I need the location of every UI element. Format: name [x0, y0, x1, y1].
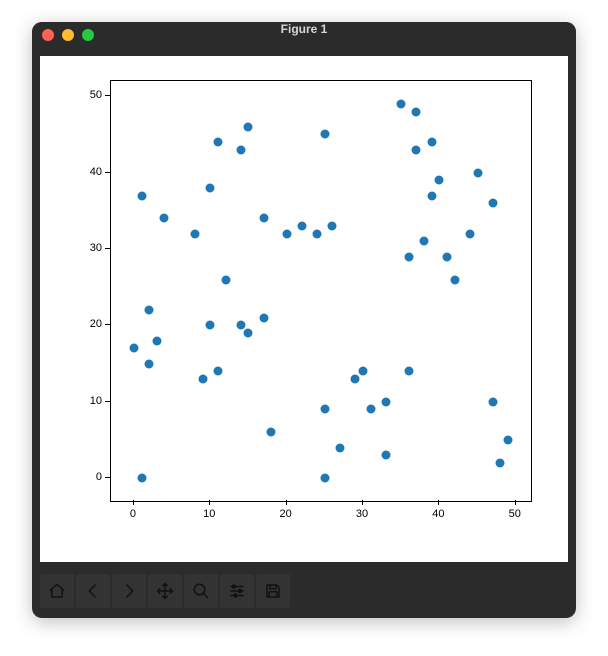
data-point — [420, 237, 429, 246]
zoom-icon — [192, 582, 210, 600]
data-point — [145, 359, 154, 368]
y-tick-label: 30 — [90, 242, 102, 254]
data-point — [488, 199, 497, 208]
data-point — [320, 474, 329, 483]
data-point — [359, 367, 368, 376]
figure-window: Figure 1 0 10 20 30 40 50 0 10 20 30 40 50 — [32, 22, 576, 618]
data-point — [412, 107, 421, 116]
y-tick-label: 40 — [90, 166, 102, 178]
matplotlib-toolbar — [40, 574, 290, 610]
plot-canvas: 0 10 20 30 40 50 0 10 20 30 40 50 — [40, 56, 568, 562]
data-point — [381, 397, 390, 406]
home-icon — [48, 582, 66, 600]
x-tick-label: 10 — [203, 508, 215, 520]
data-point — [259, 313, 268, 322]
data-point — [427, 138, 436, 147]
data-point — [366, 405, 375, 414]
save-icon — [264, 582, 282, 600]
y-tick-label: 20 — [90, 318, 102, 330]
data-point — [435, 176, 444, 185]
back-button[interactable] — [76, 574, 110, 608]
data-point — [397, 99, 406, 108]
data-point — [328, 222, 337, 231]
data-point — [236, 145, 245, 154]
data-point — [191, 229, 200, 238]
data-point — [206, 321, 215, 330]
data-point — [496, 458, 505, 467]
forward-button[interactable] — [112, 574, 146, 608]
data-point — [313, 229, 322, 238]
pan-button[interactable] — [148, 574, 182, 608]
x-tick-label: 30 — [356, 508, 368, 520]
x-tick-label: 40 — [432, 508, 444, 520]
data-point — [336, 443, 345, 452]
data-point — [244, 122, 253, 131]
data-point — [320, 130, 329, 139]
data-point — [198, 374, 207, 383]
data-point — [259, 214, 268, 223]
x-tick-label: 50 — [509, 508, 521, 520]
data-point — [504, 435, 513, 444]
data-point — [137, 191, 146, 200]
save-button[interactable] — [256, 574, 290, 608]
titlebar: Figure 1 — [32, 22, 576, 50]
data-point — [236, 321, 245, 330]
y-tick-label: 50 — [90, 89, 102, 101]
y-tick-label: 0 — [96, 471, 102, 483]
window-title: Figure 1 — [32, 22, 576, 36]
data-point — [206, 183, 215, 192]
data-point — [412, 145, 421, 154]
back-icon — [84, 582, 102, 600]
x-tick-label: 20 — [280, 508, 292, 520]
home-button[interactable] — [40, 574, 74, 608]
data-point — [443, 252, 452, 261]
forward-icon — [120, 582, 138, 600]
data-point — [465, 229, 474, 238]
data-point — [450, 275, 459, 284]
data-point — [244, 329, 253, 338]
data-point — [404, 252, 413, 261]
data-point — [381, 451, 390, 460]
data-point — [297, 222, 306, 231]
y-tick-label: 10 — [90, 395, 102, 407]
data-point — [404, 367, 413, 376]
data-point — [129, 344, 138, 353]
zoom-button[interactable] — [184, 574, 218, 608]
data-point — [221, 275, 230, 284]
data-point — [267, 428, 276, 437]
data-point — [473, 168, 482, 177]
data-point — [213, 138, 222, 147]
pan-icon — [156, 582, 174, 600]
data-point — [160, 214, 169, 223]
data-point — [320, 405, 329, 414]
configure-icon — [228, 582, 246, 600]
plot-area — [110, 80, 532, 502]
data-point — [152, 336, 161, 345]
configure-button[interactable] — [220, 574, 254, 608]
data-point — [213, 367, 222, 376]
data-point — [282, 229, 291, 238]
data-point — [137, 474, 146, 483]
x-tick-label: 0 — [130, 508, 136, 520]
data-point — [427, 191, 436, 200]
data-point — [351, 374, 360, 383]
data-point — [145, 306, 154, 315]
data-point — [488, 397, 497, 406]
